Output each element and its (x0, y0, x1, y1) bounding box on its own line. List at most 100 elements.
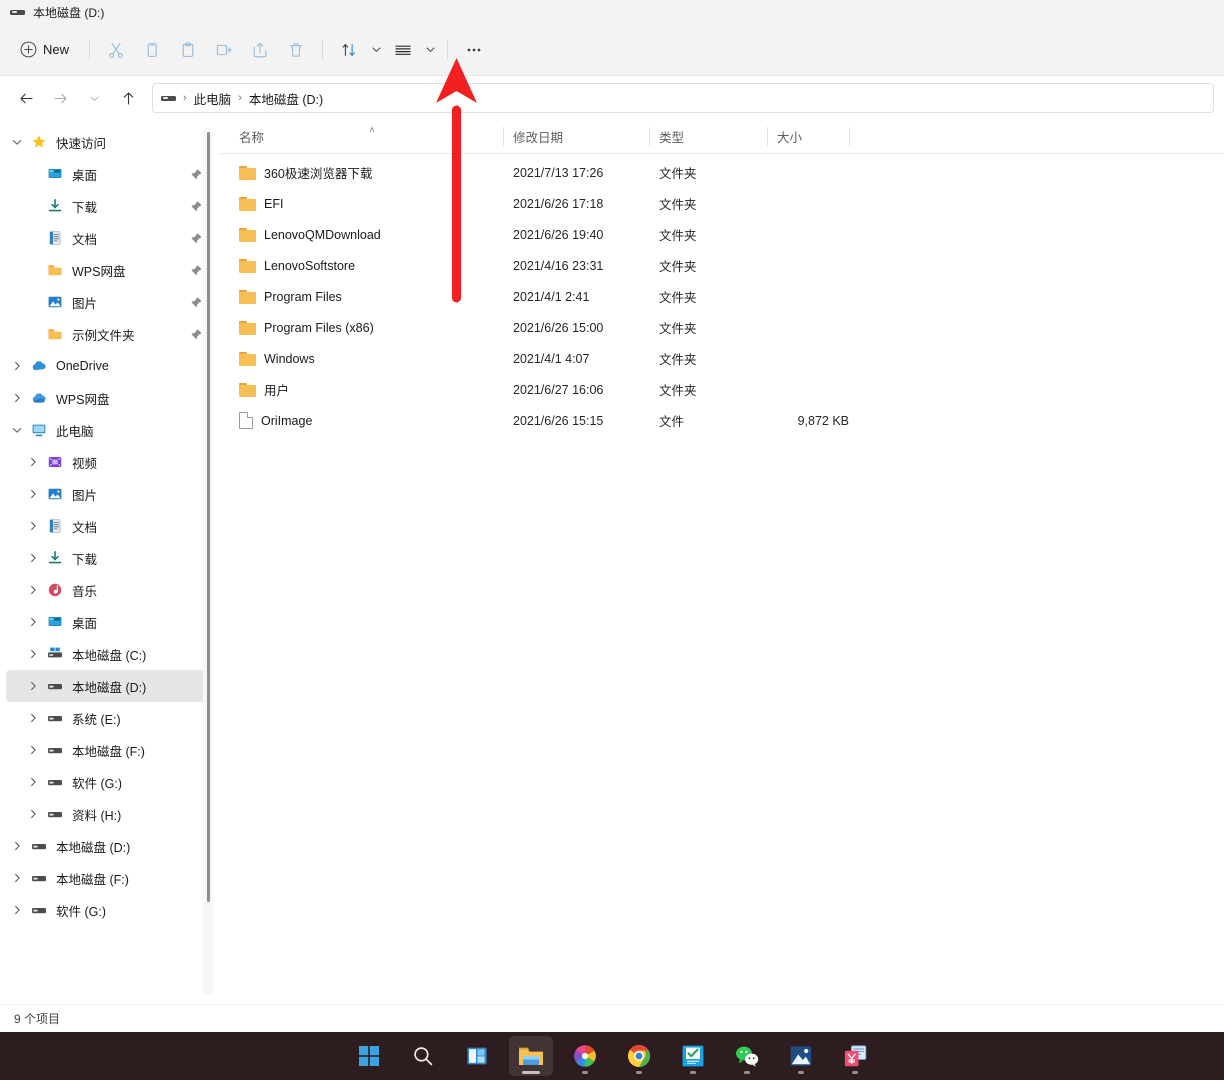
blue-app-button[interactable] (671, 1036, 715, 1076)
sidebar-expander-23[interactable] (6, 872, 28, 884)
sidebar-item-8[interactable]: WPS网盘 (6, 382, 211, 414)
breadcrumb-current[interactable]: 本地磁盘 (D:) (249, 89, 323, 108)
table-row[interactable]: LenovoQMDownload2021/6/26 19:40文件夹 (219, 219, 1224, 250)
sidebar-item-13[interactable]: 下载 (6, 542, 211, 574)
sidebar-item-18[interactable]: 系统 (E:) (6, 702, 211, 734)
pin-icon[interactable] (190, 200, 203, 213)
sidebar-expander-18[interactable] (22, 712, 44, 724)
sidebar-expander-16[interactable] (22, 648, 44, 660)
photos-button[interactable] (779, 1036, 823, 1076)
search-button[interactable] (401, 1036, 445, 1076)
sidebar-expander-20[interactable] (22, 776, 44, 788)
cut-button[interactable] (98, 34, 134, 66)
sidebar-expander-8[interactable] (6, 392, 28, 404)
pin-icon[interactable] (190, 296, 203, 309)
table-row[interactable]: Program Files (x86)2021/6/26 15:00文件夹 (219, 312, 1224, 343)
pin-icon[interactable] (190, 264, 203, 277)
new-button[interactable]: New (10, 34, 81, 66)
sidebar-item-4[interactable]: WPS网盘 (6, 254, 211, 286)
table-row[interactable]: 360极速浏览器下载2021/7/13 17:26文件夹 (219, 157, 1224, 188)
rename-button[interactable] (206, 34, 242, 66)
sidebar-item-21[interactable]: 资料 (H:) (6, 798, 211, 830)
sidebar-item-22[interactable]: 本地磁盘 (D:) (6, 830, 211, 862)
more-options-button[interactable] (456, 34, 492, 66)
sidebar-expander-0[interactable] (6, 136, 28, 148)
sidebar-item-15[interactable]: 桌面 (6, 606, 211, 638)
paste-button[interactable] (170, 34, 206, 66)
sidebar-item-12[interactable]: 文档 (6, 510, 211, 542)
sidebar-item-5[interactable]: 图片 (6, 286, 211, 318)
pin-icon[interactable] (190, 168, 203, 181)
column-header-date[interactable]: 修改日期 (503, 120, 649, 153)
sidebar-expander-7[interactable] (6, 360, 28, 372)
sidebar-item-1[interactable]: 桌面 (6, 158, 211, 190)
forward-button[interactable] (44, 82, 76, 114)
table-row[interactable]: LenovoSoftstore2021/4/16 23:31文件夹 (219, 250, 1224, 281)
table-row[interactable]: 用户2021/6/27 16:06文件夹 (219, 374, 1224, 405)
sidebar-item-19[interactable]: 本地磁盘 (F:) (6, 734, 211, 766)
sidebar-expander-14[interactable] (22, 584, 44, 596)
sort-button[interactable] (331, 34, 367, 66)
table-row[interactable]: Program Files2021/4/1 2:41文件夹 (219, 281, 1224, 312)
sidebar-expander-9[interactable] (6, 424, 28, 436)
sidebar-pin-3[interactable] (190, 232, 203, 245)
sidebar-expander-21[interactable] (22, 808, 44, 820)
sidebar-item-11[interactable]: 图片 (6, 478, 211, 510)
sidebar-item-0[interactable]: 快速访问 (6, 126, 211, 158)
sidebar-item-3[interactable]: 文档 (6, 222, 211, 254)
sidebar-item-2[interactable]: 下载 (6, 190, 211, 222)
sidebar-item-16[interactable]: 本地磁盘 (C:) (6, 638, 211, 670)
file-explorer-button[interactable] (509, 1036, 553, 1076)
sidebar-item-14[interactable]: 音乐 (6, 574, 211, 606)
sidebar-item-7[interactable]: OneDrive (6, 350, 211, 382)
chrome-button[interactable] (617, 1036, 661, 1076)
sidebar-item-9[interactable]: 此电脑 (6, 414, 211, 446)
breadcrumb-this-pc[interactable]: 此电脑 (194, 89, 232, 108)
table-row[interactable]: Windows2021/4/1 4:07文件夹 (219, 343, 1224, 374)
wechat-button[interactable] (725, 1036, 769, 1076)
sidebar-item-6[interactable]: 示例文件夹 (6, 318, 211, 350)
sidebar-expander-17[interactable] (22, 680, 44, 692)
sidebar-item-17[interactable]: 本地磁盘 (D:) (6, 670, 211, 702)
sidebar-pin-4[interactable] (190, 264, 203, 277)
sidebar-expander-24[interactable] (6, 904, 28, 916)
sidebar-expander-19[interactable] (22, 744, 44, 756)
sidebar-pin-6[interactable] (190, 328, 203, 341)
sidebar-item-24[interactable]: 软件 (G:) (6, 894, 211, 926)
sidebar-item-10[interactable]: 视频 (6, 446, 211, 478)
column-header-type[interactable]: 类型 (649, 120, 767, 153)
up-button[interactable] (112, 82, 144, 114)
sidebar-expander-12[interactable] (22, 520, 44, 532)
view-dropdown-caret[interactable] (421, 34, 439, 66)
sidebar-item-20[interactable]: 软件 (G:) (6, 766, 211, 798)
table-row[interactable]: EFI2021/6/26 17:18文件夹 (219, 188, 1224, 219)
sort-dropdown-caret[interactable] (367, 34, 385, 66)
browser-360-button[interactable] (563, 1036, 607, 1076)
sidebar-expander-10[interactable] (22, 456, 44, 468)
pin-icon[interactable] (190, 328, 203, 341)
sidebar-scrollbar-thumb[interactable] (207, 132, 210, 902)
start-button[interactable] (347, 1036, 391, 1076)
table-row[interactable]: OriImage2021/6/26 15:15文件9,872 KB (219, 405, 1224, 436)
sidebar-expander-11[interactable] (22, 488, 44, 500)
copy-button[interactable] (134, 34, 170, 66)
sidebar-expander-13[interactable] (22, 552, 44, 564)
sidebar-pin-2[interactable] (190, 200, 203, 213)
back-button[interactable] (10, 82, 42, 114)
delete-button[interactable] (278, 34, 314, 66)
pin-icon[interactable] (190, 232, 203, 245)
column-header-size[interactable]: 大小 (767, 120, 849, 153)
address-bar[interactable]: › 此电脑 › 本地磁盘 (D:) (152, 83, 1214, 113)
view-lines-button[interactable] (385, 34, 421, 66)
sidebar-scrollbar[interactable] (203, 128, 213, 996)
sidebar-expander-22[interactable] (6, 840, 28, 852)
sidebar-item-23[interactable]: 本地磁盘 (F:) (6, 862, 211, 894)
column-header-name[interactable]: 名称 ˄ (239, 120, 503, 153)
finance-app-button[interactable] (833, 1036, 877, 1076)
sidebar-pin-5[interactable] (190, 296, 203, 309)
recent-locations-button[interactable] (78, 82, 110, 114)
task-view-button[interactable] (455, 1036, 499, 1076)
share-button[interactable] (242, 34, 278, 66)
sidebar-pin-1[interactable] (190, 168, 203, 181)
sidebar-expander-15[interactable] (22, 616, 44, 628)
